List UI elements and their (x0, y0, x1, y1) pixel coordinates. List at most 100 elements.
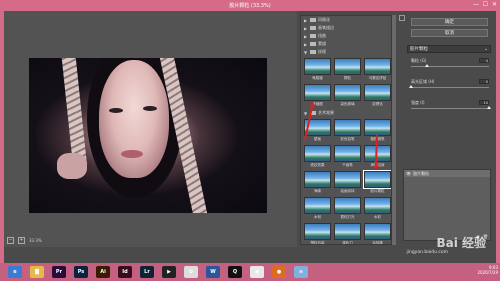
filter-thumb[interactable]: 马赛克拼贴 (364, 58, 391, 81)
folder-art-effects[interactable]: ▼ 艺术效果 (301, 109, 391, 117)
zoom-controls: − + 33.3% (7, 237, 42, 244)
filter-thumb[interactable]: 颗粒 (334, 58, 361, 81)
slider-track[interactable] (411, 106, 491, 109)
filter-thumb[interactable]: 涂抹棒 (364, 223, 391, 245)
texture-thumb-grid: 龟裂缝 颗粒 马赛克拼贴拼缀图染色玻璃 纹理化 (301, 56, 391, 109)
firefox-icon[interactable]: ● (272, 266, 286, 278)
maximize-button[interactable]: ☐ (483, 1, 488, 8)
slider-knob[interactable] (409, 85, 413, 88)
slider-track[interactable] (409, 85, 489, 88)
expand-down-icon: ▼ (304, 49, 308, 55)
filter-thumb-label: 胶片颗粒 (370, 189, 385, 193)
illustrator-icon[interactable]: Ai (96, 266, 110, 278)
zoom-level[interactable]: 33.3% (29, 238, 42, 243)
param-value-input[interactable]: 10 (479, 100, 489, 105)
filter-thumb[interactable]: 胶片颗粒 (363, 170, 391, 194)
watermark-logo: Bai 经验 (436, 236, 486, 250)
filter-thumb[interactable]: 调色刀 (334, 223, 361, 245)
filter-thumb-label: 干画笔 (342, 163, 353, 167)
filter-thumb[interactable]: 干画笔 (334, 145, 361, 168)
filter-thumb-label: 塑料包装 (310, 241, 325, 245)
folder-label: 艺术效果 (318, 110, 334, 115)
filter-thumb-image (334, 223, 361, 240)
folder-item[interactable]: ▶ 扭曲 (301, 32, 391, 40)
filter-thumb[interactable]: 拼缀图 (304, 84, 331, 107)
gallery-scrollbar[interactable] (392, 15, 396, 245)
close-button[interactable]: ✕ (492, 1, 497, 8)
indesign-icon[interactable]: Id (118, 266, 132, 278)
folder-item[interactable]: ▶ 风格化 (301, 16, 391, 24)
slider-track[interactable] (411, 64, 489, 67)
param-value-input[interactable]: 0 (479, 79, 489, 84)
window-title: 胶片颗粒 (33.3%) (229, 2, 271, 9)
filter-thumb-image (304, 58, 331, 75)
filter-thumb-label: 彩色铅笔 (340, 137, 355, 141)
folder-item[interactable]: ▶ 画笔描边 (301, 24, 391, 32)
folder-label: 素描 (318, 41, 326, 46)
slider-knob[interactable] (424, 64, 429, 67)
folder-icon (310, 26, 316, 30)
effect-layers-list: 👁 胶片颗粒 ▣ 🗑 (403, 169, 491, 241)
filter-thumb[interactable]: 彩色铅笔 (334, 119, 361, 142)
zoom-in-button[interactable]: + (18, 237, 25, 244)
slider-knob[interactable] (487, 106, 491, 109)
filter-thumb[interactable]: 纹理化 (364, 84, 391, 107)
filter-thumb-label: 调色刀 (342, 241, 353, 245)
preview-image (29, 58, 267, 213)
system-tray-clock[interactable]: 9:03 2020/7/29 (477, 265, 498, 275)
browser-icon[interactable]: e (8, 266, 22, 278)
param-label: 强度 (I) (411, 100, 425, 105)
eye-icon[interactable]: 👁 (406, 171, 411, 176)
hand-shape (57, 153, 87, 179)
minimize-button[interactable]: — (473, 1, 479, 8)
filter-thumb[interactable]: 底纹效果 (304, 145, 331, 168)
filter-thumb[interactable]: 龟裂缝 (304, 58, 331, 81)
folder-icon (310, 50, 316, 54)
media-icon[interactable]: ▶ (162, 266, 176, 278)
folder-item[interactable]: ▼ 纹理 (301, 48, 391, 56)
filter-thumb[interactable]: 海绵 (304, 171, 331, 194)
filter-thumb-image (334, 197, 361, 214)
param-value-input[interactable]: 4 (479, 58, 489, 63)
filter-thumb[interactable]: 塑料包装 (304, 223, 331, 245)
filter-thumb-image (334, 119, 361, 136)
scrollbar-thumb[interactable] (392, 15, 396, 245)
filter-thumb-image (364, 197, 391, 214)
collapse-gallery-icon[interactable] (399, 15, 405, 21)
premiere-icon[interactable]: Pr (52, 266, 66, 278)
filter-thumb[interactable]: 木刻 (304, 197, 331, 220)
filter-thumb-label: 涂抹棒 (372, 241, 383, 245)
folder-item[interactable]: ▶ 素描 (301, 40, 391, 48)
chrome-icon[interactable]: ◉ (250, 266, 264, 278)
lightroom-icon[interactable]: Lr (140, 266, 154, 278)
pinwheel-icon[interactable]: ✿ (184, 266, 198, 278)
filter-thumb[interactable]: 霓虹灯光 (334, 197, 361, 220)
ok-button[interactable]: 确定 (411, 18, 488, 26)
filter-thumb[interactable]: 绘画涂抹 (334, 171, 361, 194)
filter-thumb-image (304, 84, 331, 101)
layer-label: 胶片颗粒 (413, 170, 430, 176)
cancel-button[interactable]: 取消 (411, 29, 488, 37)
zoom-out-button[interactable]: − (7, 237, 14, 244)
expand-right-icon: ▶ (304, 33, 308, 39)
word-icon[interactable]: W (206, 266, 220, 278)
layer-item[interactable]: 👁 胶片颗粒 (404, 170, 490, 177)
filter-thumb-image (364, 84, 391, 101)
qq-icon[interactable]: Q (228, 266, 242, 278)
chevron-down-icon: ⌄ (484, 46, 488, 52)
param-slider: 颗粒 (G) 4 (411, 58, 489, 67)
folder-icon[interactable]: ▇ (30, 266, 44, 278)
expand-right-icon: ▶ (304, 41, 308, 47)
folder-icon (310, 42, 316, 46)
filter-thumb-image (364, 223, 391, 240)
filter-thumb-label: 染色玻璃 (340, 102, 355, 106)
face-shape (99, 60, 169, 178)
notes-icon[interactable]: ≡ (294, 266, 308, 278)
filter-select[interactable]: 胶片颗粒 ⌄ (407, 45, 491, 53)
photoshop-icon[interactable]: Ps (74, 266, 88, 278)
filter-thumb[interactable]: 染色玻璃 (334, 84, 361, 107)
filter-thumb[interactable]: 水彩 (364, 197, 391, 220)
filter-thumb-image (334, 84, 361, 101)
preview-area[interactable]: − + 33.3% (4, 11, 297, 247)
folder-icon (310, 34, 316, 38)
